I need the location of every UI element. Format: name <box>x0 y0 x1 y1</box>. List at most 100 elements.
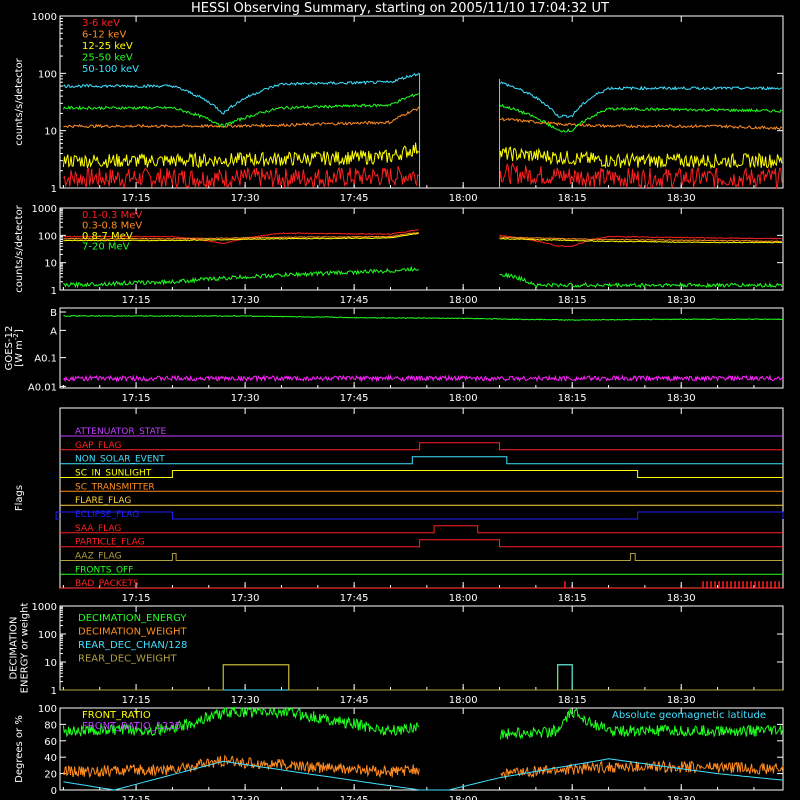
y-tick-label: 1000 <box>32 204 57 215</box>
flag-line-sc-in-sunlight <box>60 470 783 478</box>
x-tick-label: 18:30 <box>667 795 696 800</box>
annotation-geomagnetic-latitude: Absolute geomagnetic latitude <box>612 710 766 721</box>
x-tick-label: 18:30 <box>667 193 696 204</box>
y-tick-label: 1000 <box>32 12 57 23</box>
y-axis-label-units: [W m-2] <box>12 329 25 367</box>
y-tick-label: 40 <box>44 753 57 764</box>
x-tick-label: 18:00 <box>449 695 478 706</box>
y-tick-label: 100 <box>38 231 57 242</box>
legend-entry-12-25-kev: 12-25 keV <box>82 41 133 52</box>
x-tick-label: 17:30 <box>231 593 260 604</box>
x-tick-label: 17:45 <box>340 695 369 706</box>
flag-line-particle-flag <box>60 539 783 548</box>
series-line-7-20-mev <box>499 271 783 289</box>
series-line-rear-dec-chan-128 <box>60 664 783 691</box>
y-axis-label: Degrees or % <box>14 715 25 783</box>
y-axis-label: counts/s/detector <box>14 57 25 145</box>
flag-label-non-solar-event: NON_SOLAR_EVENT <box>75 455 165 465</box>
y-tick-label: 80 <box>44 720 57 731</box>
x-tick-label: 18:00 <box>449 795 478 800</box>
series-line-6-12-kev <box>499 146 783 170</box>
y-tick-label: 10 <box>44 658 57 669</box>
x-tick-label: 17:15 <box>122 193 151 204</box>
x-tick-label: 18:30 <box>667 295 696 306</box>
x-tick-label: 17:30 <box>231 695 260 706</box>
series-line-3-6-kev <box>499 162 783 190</box>
series-line-rear-dec-weight <box>60 664 783 691</box>
x-tick-label: 18:30 <box>667 393 696 404</box>
y-tick-label: 1 <box>51 184 57 195</box>
flag-line-non-solar-event <box>60 456 783 465</box>
series-line-decimation-weight <box>60 664 783 691</box>
x-tick-label: 18:15 <box>558 193 587 204</box>
x-tick-label: 17:30 <box>231 193 260 204</box>
legend-entry-front-ratio-1225: FRONT_RATIO_1225 <box>82 721 181 732</box>
y-tick-label: 1000 <box>32 602 57 613</box>
x-tick-label: 17:45 <box>340 393 369 404</box>
series-line-3-6-kev <box>63 166 420 190</box>
series-line-12-25-kev <box>499 117 783 131</box>
series-line-absolute-geomagnetic-latitude <box>63 758 784 791</box>
x-tick-label: 18:30 <box>667 695 696 706</box>
series-line-6-12-kev <box>62 142 420 169</box>
legend-entry-3-6-kev: 3-6 keV <box>82 18 120 29</box>
legend-entry-0-3-0-8-mev: 0.3-0.8 MeV <box>82 221 142 232</box>
panel-frame <box>59 207 784 291</box>
series-line-7-20-mev <box>63 265 419 289</box>
x-tick-label: 18:00 <box>449 193 478 204</box>
y-tick-label: 10 <box>44 259 57 270</box>
x-tick-label: 18:30 <box>667 593 696 604</box>
legend-entry-rear-dec-chan-128: REAR_DEC_CHAN/128 <box>78 640 187 651</box>
x-tick-label: 17:15 <box>122 593 151 604</box>
x-tick-label: 17:45 <box>340 593 369 604</box>
y-tick-label: A0.01 <box>28 382 57 393</box>
y-axis-label: Flags <box>14 485 25 511</box>
series-line-decimation-energy <box>60 664 783 691</box>
y-axis-label: DECIMATION <box>9 616 20 679</box>
x-tick-label: 17:15 <box>122 695 151 706</box>
x-tick-label: 17:15 <box>122 393 151 404</box>
flag-label-flare-flag: FLARE_FLAG <box>75 496 131 506</box>
flag-line-eclipse-flag <box>55 511 784 520</box>
x-tick-label: 17:45 <box>340 193 369 204</box>
series-line-front-ratio-1225 <box>62 754 420 779</box>
legend-entry-0-8-7-mev: 0.8-7 MeV <box>82 231 133 242</box>
legend-entry-decimation-weight: DECIMATION_WEIGHT <box>78 627 187 638</box>
y-tick-label: 60 <box>44 737 57 748</box>
x-tick-label: 17:30 <box>231 295 260 306</box>
flag-line-aaz-flag <box>60 553 783 561</box>
y-tick-label: 1 <box>51 286 57 297</box>
y-tick-label: B <box>50 308 57 319</box>
y-tick-label: 0 <box>51 786 57 797</box>
y-tick-label: A <box>50 326 57 337</box>
y-tick-label: 100 <box>38 704 57 715</box>
y-tick-label: 10 <box>44 127 57 138</box>
x-tick-label: 18:15 <box>558 295 587 306</box>
x-tick-label: 17:30 <box>231 795 260 800</box>
x-tick-label: 17:15 <box>122 295 151 306</box>
flag-line-saa-flag <box>60 525 783 534</box>
series-line-25-50-kev <box>499 103 783 133</box>
series-line-goes-short <box>63 374 784 383</box>
series-line-decimation-energy <box>60 664 783 691</box>
y-tick-label: 20 <box>44 770 57 781</box>
legend-entry-25-50-kev: 25-50 keV <box>82 53 133 64</box>
legend-entry-0-1-0-3-mev: 0.1-0.3 MeV <box>82 210 142 221</box>
observing-summary-figure: 17:15 17:30 17:45 18:00 18:15 18:301101001000… <box>4 12 784 800</box>
flag-line-gap-flag <box>60 442 783 451</box>
legend-entry-6-12-kev: 6-12 keV <box>82 30 126 41</box>
x-tick-label: 17:45 <box>340 295 369 306</box>
y-tick-label: 1 <box>51 686 57 697</box>
series-line-50-100-kev <box>499 81 783 118</box>
series-line-goes-long <box>63 314 784 321</box>
x-tick-label: 17:15 <box>122 795 151 800</box>
legend-entry-7-20-mev: 7-20 MeV <box>82 242 130 253</box>
y-tick-label: 100 <box>38 69 57 80</box>
y-axis-label: ENERGY or weight <box>20 603 31 694</box>
x-tick-label: 17:45 <box>340 795 369 800</box>
legend-entry-decimation-energy: DECIMATION_ENERGY <box>78 613 187 624</box>
y-tick-label: A0.1 <box>34 354 57 365</box>
x-tick-label: 18:00 <box>449 593 478 604</box>
legend-entry-rear-dec-weight: REAR_DEC_WEIGHT <box>78 654 177 665</box>
flag-label-particle-flag: PARTICLE_FLAG <box>75 538 145 548</box>
